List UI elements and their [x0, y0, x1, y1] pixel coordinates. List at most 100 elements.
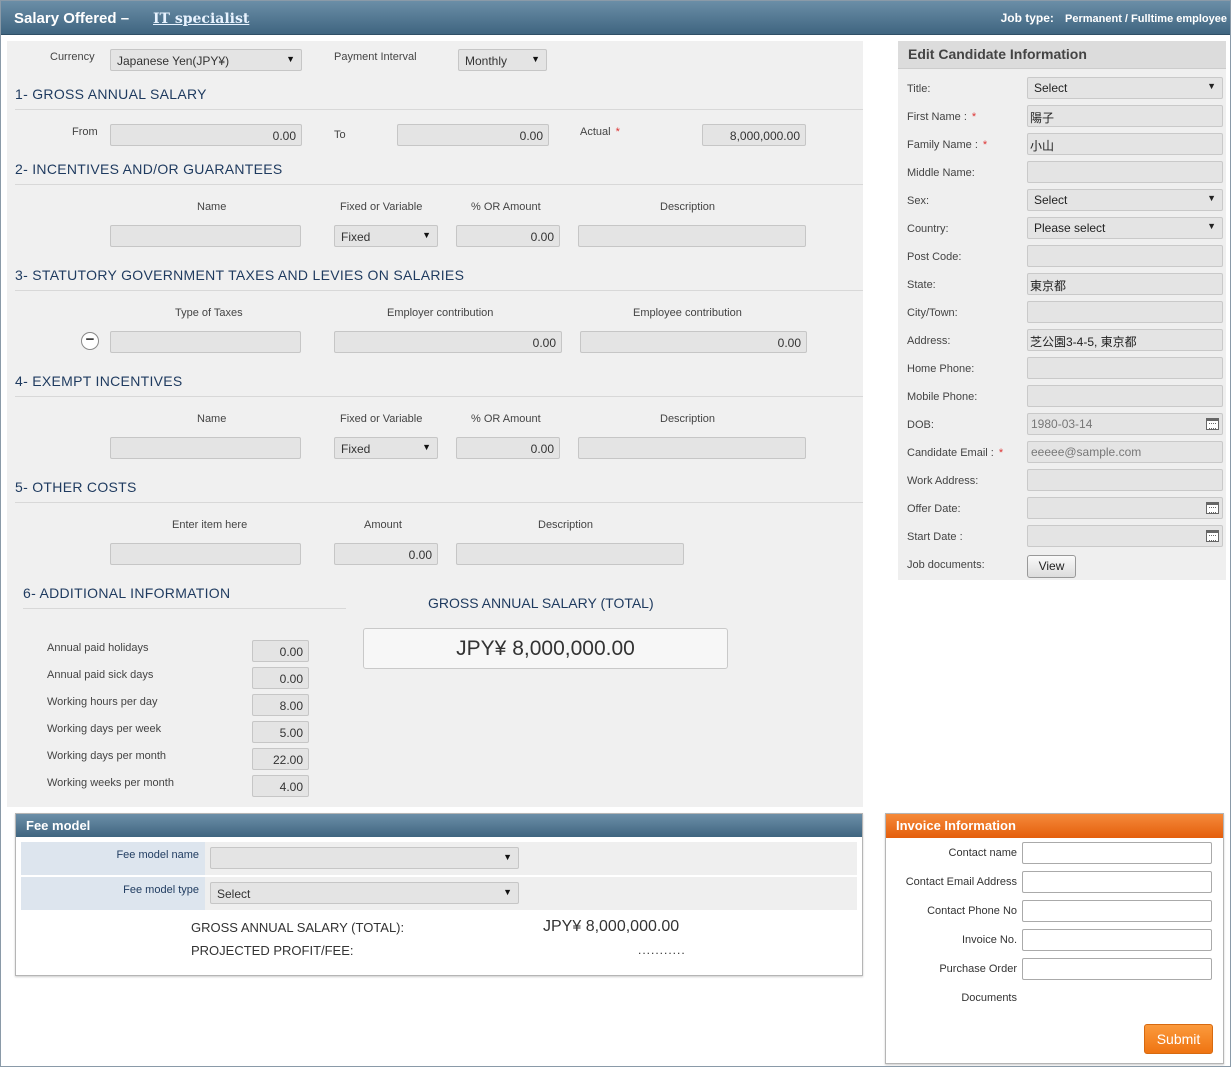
- other-description-header: Description: [538, 519, 594, 531]
- start-date-label: Start Date :: [907, 531, 963, 543]
- fee-model-type-row: Fee model type Select ▼: [21, 877, 857, 910]
- email-input[interactable]: eeeee@sample.com: [1027, 441, 1223, 463]
- dob-value: 1980-03-14: [1031, 417, 1093, 431]
- title-select[interactable]: Select ▼: [1027, 77, 1223, 99]
- additional-label: Working hours per day: [47, 696, 158, 708]
- country-select[interactable]: Please select ▼: [1027, 217, 1223, 239]
- address-label: Address:: [907, 335, 951, 347]
- incentives-amount-input[interactable]: 0.00: [456, 225, 560, 247]
- additional-label: Working days per week: [47, 723, 162, 735]
- required-marker: *: [971, 111, 977, 123]
- section-divider: [15, 502, 863, 503]
- incentives-name-input[interactable]: [110, 225, 301, 247]
- chevron-down-icon: ▼: [1207, 221, 1216, 231]
- incentives-description-input[interactable]: [578, 225, 806, 247]
- middle-name-input[interactable]: [1027, 161, 1223, 183]
- calendar-icon[interactable]: [1206, 418, 1219, 430]
- section-exempt-title: 4- EXEMPT INCENTIVES: [15, 373, 183, 389]
- other-item-input[interactable]: [110, 543, 301, 565]
- fee-model-type-select[interactable]: Select ▼: [210, 882, 519, 904]
- calendar-icon[interactable]: [1206, 502, 1219, 514]
- payment-interval-value: Monthly: [465, 54, 508, 68]
- title-label: Title:: [907, 83, 931, 95]
- fee-gross-value: JPY¥ 8,000,000.00: [543, 918, 680, 935]
- documents-label: Documents: [961, 992, 1017, 1004]
- gross-from-input[interactable]: 0.00: [110, 124, 302, 146]
- email-label-text: Candidate Email :: [907, 447, 994, 459]
- gross-to-input[interactable]: 0.00: [397, 124, 549, 146]
- page-title: Salary Offered –: [14, 10, 130, 27]
- fee-gross-label: GROSS ANNUAL SALARY (TOTAL):: [191, 920, 405, 935]
- sex-select-value: Select: [1034, 193, 1068, 207]
- additional-input[interactable]: 5.00: [252, 721, 309, 743]
- taxes-employer-input[interactable]: 0.00: [334, 331, 562, 353]
- fee-model-type-value: Select: [217, 887, 251, 901]
- post-code-input[interactable]: [1027, 245, 1223, 267]
- exempt-fixed-value: Fixed: [341, 442, 371, 456]
- exempt-fixed-select[interactable]: Fixed ▼: [334, 437, 438, 459]
- city-input[interactable]: [1027, 301, 1223, 323]
- section-divider: [15, 184, 863, 185]
- title-select-value: Select: [1034, 81, 1068, 95]
- contact-email-input[interactable]: [1022, 871, 1212, 893]
- sex-select[interactable]: Select ▼: [1027, 189, 1223, 211]
- taxes-employee-input[interactable]: 0.00: [580, 331, 807, 353]
- view-documents-button[interactable]: View: [1027, 555, 1076, 578]
- start-date-input[interactable]: [1027, 525, 1223, 547]
- home-phone-input[interactable]: [1027, 357, 1223, 379]
- section-other-costs-title: 5- OTHER COSTS: [15, 479, 137, 495]
- section-divider: [15, 396, 863, 397]
- invoice-no-input[interactable]: [1022, 929, 1212, 951]
- exempt-fixed-header: Fixed or Variable: [340, 413, 423, 425]
- chevron-down-icon: ▼: [531, 54, 540, 64]
- additional-label: Working days per month: [47, 750, 167, 762]
- additional-input[interactable]: 0.00: [252, 667, 309, 689]
- family-name-label-text: Family Name :: [907, 139, 978, 151]
- exempt-amount-input[interactable]: 0.00: [456, 437, 560, 459]
- contact-email-label: Contact Email Address: [905, 876, 1017, 888]
- other-item-header: Enter item here: [172, 519, 248, 531]
- additional-input[interactable]: 8.00: [252, 694, 309, 716]
- offer-date-input[interactable]: [1027, 497, 1223, 519]
- fee-model-title: Fee model: [16, 814, 862, 837]
- other-description-input[interactable]: [456, 543, 684, 565]
- invoice-panel: Invoice Information Contact name Contact…: [885, 813, 1224, 1064]
- additional-input[interactable]: 4.00: [252, 775, 309, 797]
- required-marker: *: [982, 139, 988, 151]
- fee-model-name-select[interactable]: ▼: [210, 847, 519, 869]
- purchase-order-input[interactable]: [1022, 958, 1212, 980]
- exempt-description-input[interactable]: [578, 437, 806, 459]
- additional-input[interactable]: 0.00: [252, 640, 309, 662]
- mobile-phone-input[interactable]: [1027, 385, 1223, 407]
- dob-input[interactable]: 1980-03-14: [1027, 413, 1223, 435]
- gross-total-value: JPY¥ 8,000,000.00: [363, 628, 728, 669]
- family-name-input[interactable]: 小山: [1027, 133, 1223, 155]
- address-input[interactable]: 芝公園3-4-5, 東京都: [1027, 329, 1223, 351]
- exempt-name-input[interactable]: [110, 437, 301, 459]
- section-gross-title: 1- GROSS ANNUAL SALARY: [15, 86, 207, 102]
- to-label: To: [334, 129, 346, 141]
- state-input[interactable]: 東京都: [1027, 273, 1223, 295]
- first-name-input[interactable]: 陽子: [1027, 105, 1223, 127]
- other-amount-input[interactable]: 0.00: [334, 543, 438, 565]
- incentives-description-header: Description: [660, 201, 716, 213]
- remove-row-icon[interactable]: −: [81, 332, 99, 350]
- submit-button[interactable]: Submit: [1144, 1024, 1213, 1054]
- job-title-link[interactable]: IT specialist: [153, 11, 249, 27]
- additional-input[interactable]: 22.00: [252, 748, 309, 770]
- calendar-icon[interactable]: [1206, 530, 1219, 542]
- incentives-fixed-select[interactable]: Fixed ▼: [334, 225, 438, 247]
- taxes-type-input[interactable]: [110, 331, 301, 353]
- job-type: Job type: Permanent / Fulltime employee: [1001, 11, 1227, 25]
- section-divider: [15, 290, 863, 291]
- gross-actual-input[interactable]: 8,000,000.00: [702, 124, 806, 146]
- currency-select[interactable]: Japanese Yen(JPY¥) ▼: [110, 49, 302, 71]
- contact-name-label: Contact name: [948, 847, 1017, 859]
- gross-total-title: GROSS ANNUAL SALARY (TOTAL): [428, 595, 654, 611]
- chevron-down-icon: ▼: [503, 887, 512, 897]
- contact-phone-input[interactable]: [1022, 900, 1212, 922]
- work-address-input[interactable]: [1027, 469, 1223, 491]
- payment-interval-select[interactable]: Monthly ▼: [458, 49, 547, 71]
- exempt-name-header: Name: [197, 413, 227, 425]
- contact-name-input[interactable]: [1022, 842, 1212, 864]
